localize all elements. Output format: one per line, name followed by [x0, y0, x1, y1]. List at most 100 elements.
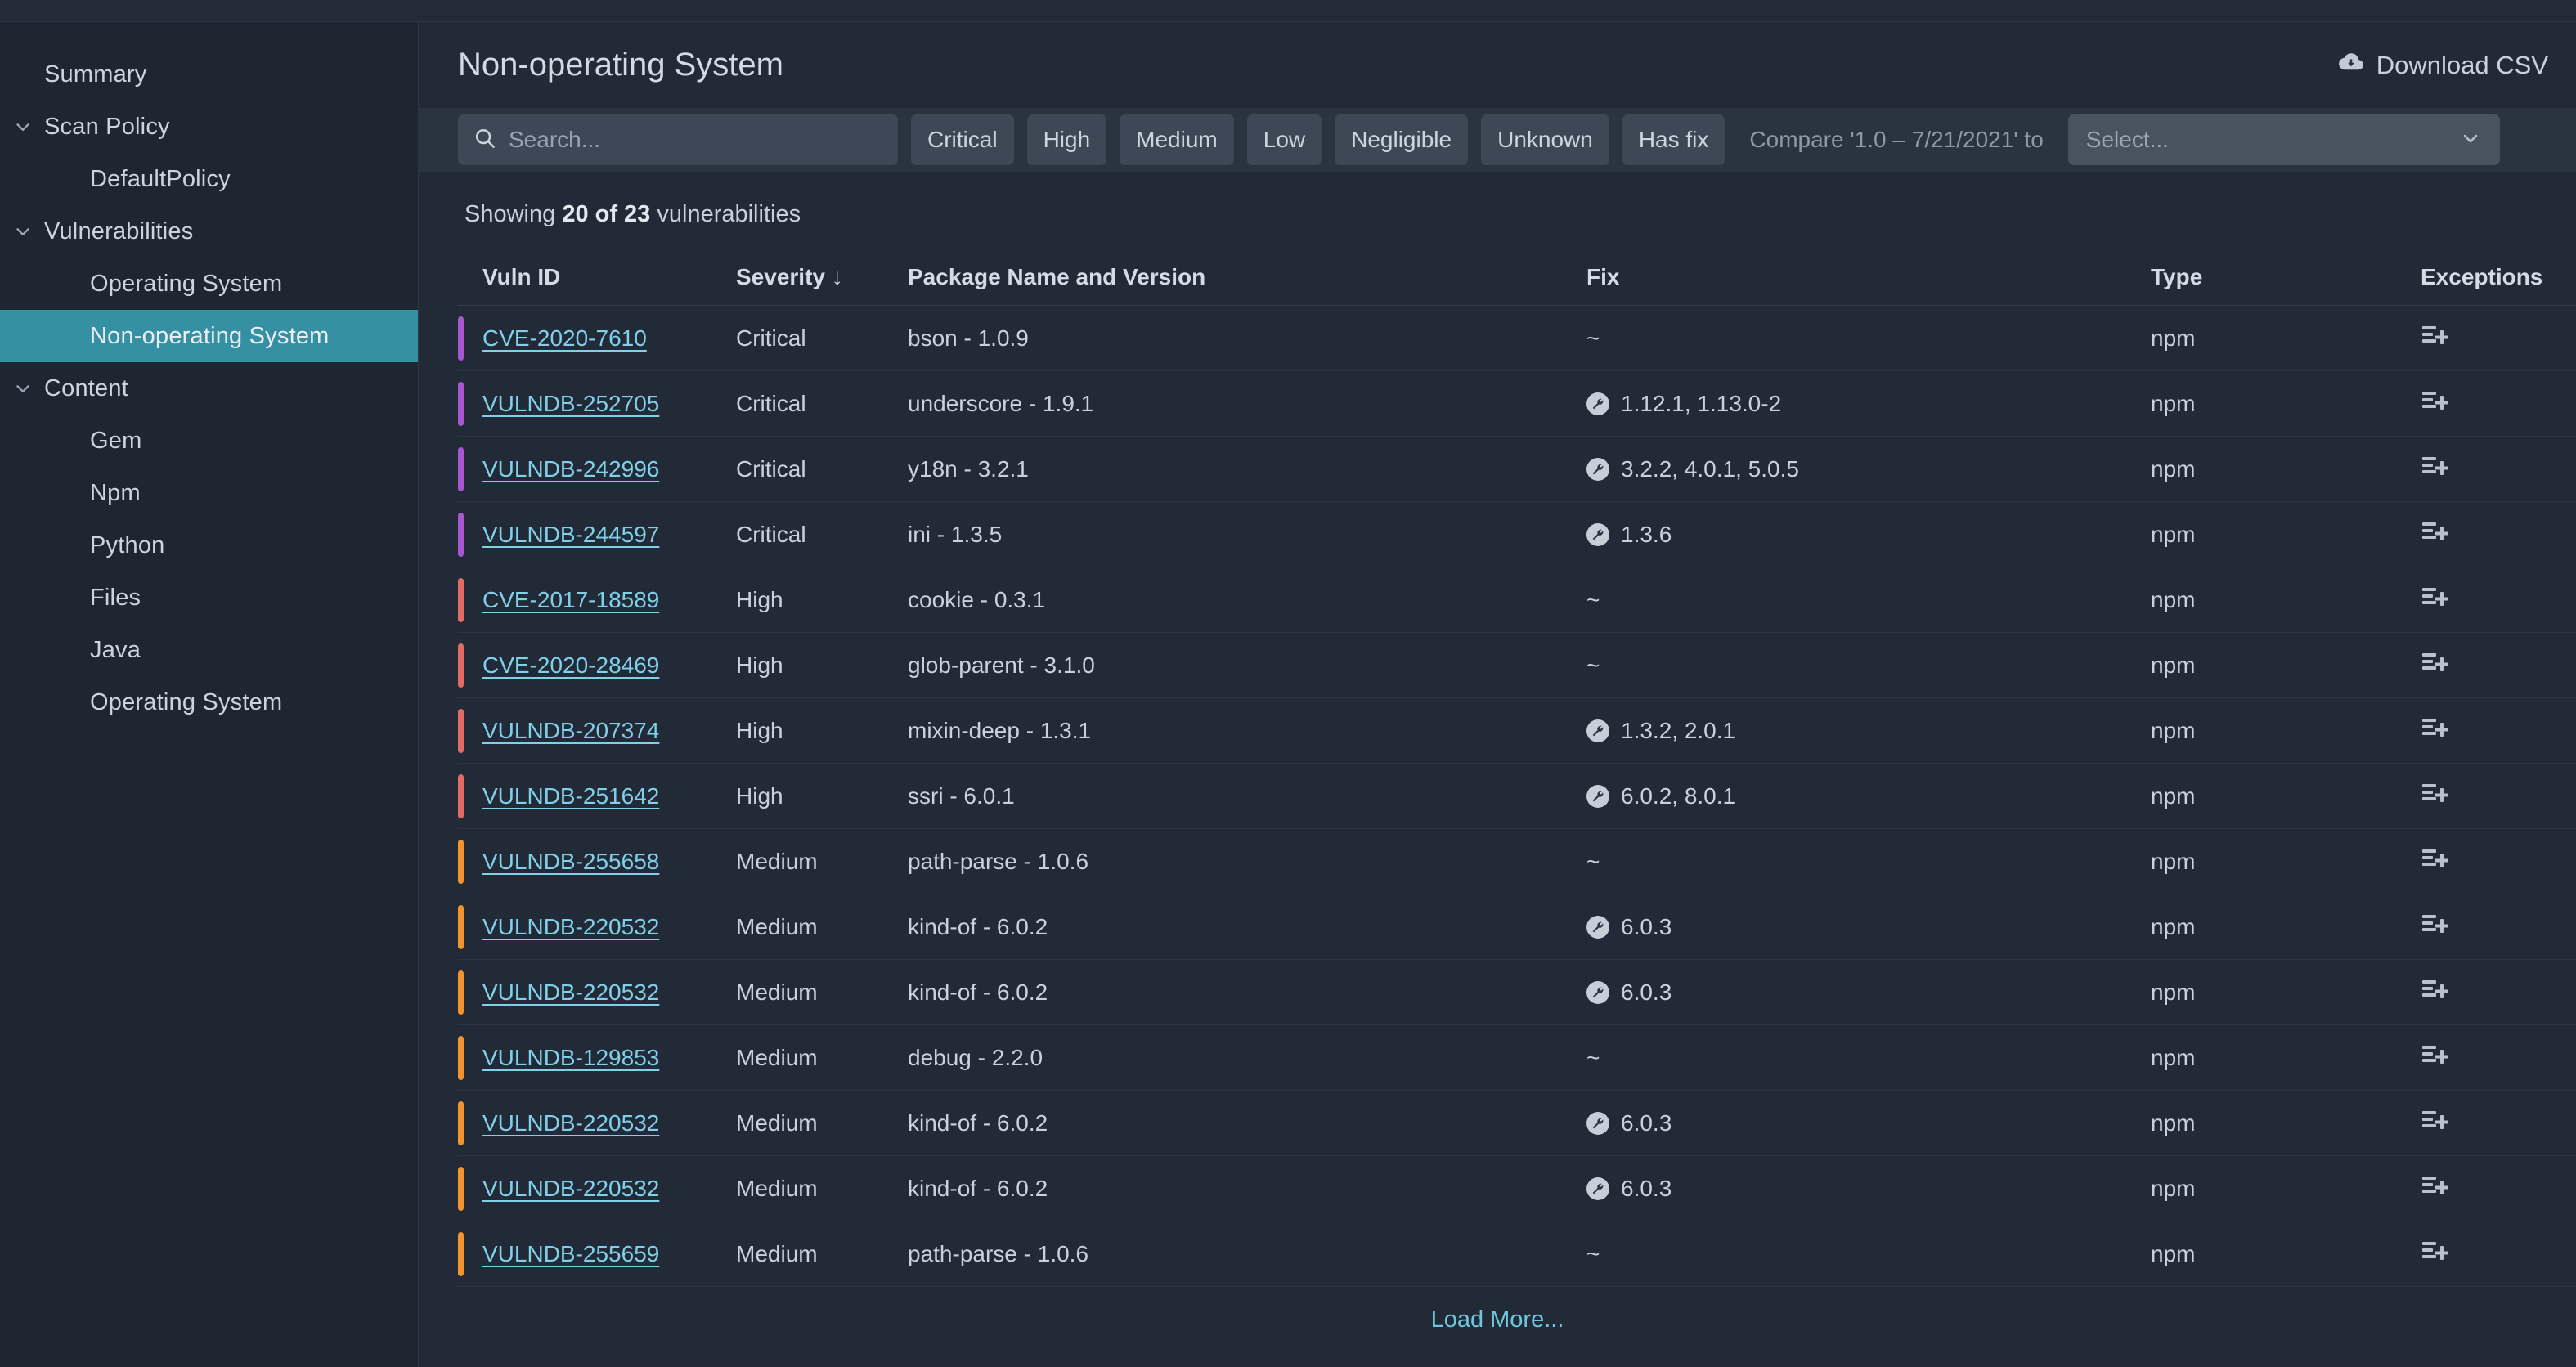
- sidebar-item-label: Java: [90, 636, 141, 663]
- column-header-package[interactable]: Package Name and Version: [908, 264, 1586, 306]
- add-to-list-icon[interactable]: [2421, 976, 2449, 1008]
- load-more-button[interactable]: Load More...: [458, 1287, 2537, 1333]
- sidebar-item-python[interactable]: Python: [0, 519, 418, 571]
- vuln-id-link[interactable]: VULNDB-129853: [482, 1045, 659, 1070]
- fix-value-wrap: 6.0.3: [1586, 1176, 2151, 1202]
- sidebar-item-gem[interactable]: Gem: [0, 415, 418, 467]
- vuln-id-link[interactable]: VULNDB-251642: [482, 783, 659, 809]
- sidebar-item-files[interactable]: Files: [0, 571, 418, 624]
- table-row[interactable]: VULNDB-220532 Medium kind-of - 6.0.2 6.0.3 n…: [458, 959, 2576, 1025]
- sidebar-item-operating-system[interactable]: Operating System: [0, 676, 418, 728]
- vuln-id-link[interactable]: VULNDB-207374: [482, 718, 659, 743]
- cell-exceptions: [2421, 959, 2576, 1025]
- table-row[interactable]: VULNDB-220532 Medium kind-of - 6.0.2 6.0.3 n…: [458, 1155, 2576, 1221]
- table-row[interactable]: CVE-2020-7610 Critical bson - 1.0.9 ~ npm: [458, 305, 2576, 371]
- cell-severity: Critical: [736, 370, 908, 437]
- sidebar-item-defaultpolicy[interactable]: DefaultPolicy: [0, 153, 418, 205]
- add-to-list-icon[interactable]: [2421, 1172, 2449, 1204]
- filter-button-high[interactable]: High: [1026, 114, 1107, 165]
- fix-value-wrap: ~: [1586, 587, 2151, 613]
- chevron-down-icon[interactable]: [5, 378, 41, 399]
- filter-button-unknown[interactable]: Unknown: [1481, 114, 1609, 165]
- fix-value-wrap: ~: [1586, 1241, 2151, 1267]
- table-row[interactable]: VULNDB-207374 High mixin-deep - 1.3.1 1.3.2…: [458, 697, 2576, 764]
- add-to-list-icon[interactable]: [2421, 388, 2449, 419]
- table-row[interactable]: VULNDB-220532 Medium kind-of - 6.0.2 6.0.3 n…: [458, 1090, 2576, 1156]
- add-to-list-icon[interactable]: [2421, 453, 2449, 485]
- table-row[interactable]: VULNDB-255658 Medium path-parse - 1.0.6 ~ np…: [458, 828, 2576, 894]
- add-to-list-icon[interactable]: [2421, 1107, 2449, 1139]
- cell-package: path-parse - 1.0.6: [908, 1221, 1586, 1287]
- table-row[interactable]: VULNDB-220532 Medium kind-of - 6.0.2 6.0.3 n…: [458, 894, 2576, 960]
- vuln-id-link[interactable]: VULNDB-255659: [482, 1241, 659, 1266]
- compare-select[interactable]: Select...: [2067, 114, 2500, 165]
- sidebar-item-content[interactable]: Content: [0, 362, 418, 415]
- vuln-id-link[interactable]: VULNDB-220532: [482, 1110, 659, 1136]
- sidebar-nav: Summary Scan Policy DefaultPolicy Vulnerabi…: [0, 22, 419, 1367]
- sidebar-item-non-operating-system[interactable]: Non-operating System: [0, 310, 418, 362]
- column-header-exceptions[interactable]: Exceptions: [2421, 264, 2576, 306]
- sidebar-item-vulnerabilities[interactable]: Vulnerabilities: [0, 205, 418, 258]
- filter-button-negligible[interactable]: Negligible: [1335, 114, 1469, 165]
- add-to-list-icon[interactable]: [2421, 518, 2449, 550]
- add-to-list-icon[interactable]: [2421, 322, 2449, 354]
- column-header-type[interactable]: Type: [2151, 264, 2421, 306]
- add-to-list-icon[interactable]: [2421, 1042, 2449, 1073]
- search-input[interactable]: Search...: [458, 114, 898, 165]
- add-to-list-icon[interactable]: [2421, 715, 2449, 746]
- sidebar-item-scan-policy[interactable]: Scan Policy: [0, 101, 418, 153]
- vuln-id-link[interactable]: VULNDB-244597: [482, 522, 659, 547]
- chevron-down-icon[interactable]: [5, 116, 41, 137]
- column-header-severity[interactable]: Severity ↓: [736, 264, 908, 306]
- vuln-id-link[interactable]: CVE-2017-18589: [482, 587, 659, 612]
- vuln-id-link[interactable]: CVE-2020-28469: [482, 652, 659, 678]
- add-to-list-icon[interactable]: [2421, 911, 2449, 943]
- cell-fix: 6.0.3: [1586, 1090, 2151, 1156]
- add-to-list-icon[interactable]: [2421, 1238, 2449, 1270]
- sidebar-item-summary[interactable]: Summary: [0, 48, 418, 101]
- table-row[interactable]: VULNDB-252705 Critical underscore - 1.9.1 1…: [458, 370, 2576, 437]
- filter-button-medium[interactable]: Medium: [1120, 114, 1234, 165]
- table-row[interactable]: CVE-2020-28469 High glob-parent - 3.1.0 ~ np…: [458, 632, 2576, 698]
- table-row[interactable]: CVE-2017-18589 High cookie - 0.3.1 ~ npm: [458, 567, 2576, 633]
- add-to-list-icon[interactable]: [2421, 845, 2449, 877]
- column-header-fix[interactable]: Fix: [1586, 264, 2151, 306]
- add-to-list-icon[interactable]: [2421, 780, 2449, 812]
- vuln-id-link[interactable]: VULNDB-220532: [482, 1176, 659, 1201]
- add-to-list-icon[interactable]: [2421, 649, 2449, 681]
- cell-package: ssri - 6.0.1: [908, 763, 1586, 829]
- filter-button-has-fix[interactable]: Has fix: [1622, 114, 1726, 165]
- download-csv-button[interactable]: Download CSV: [2337, 48, 2548, 83]
- chevron-down-icon[interactable]: [5, 221, 41, 242]
- vuln-id-link[interactable]: CVE-2020-7610: [482, 325, 647, 351]
- cell-vuln-id: VULNDB-255659: [458, 1221, 736, 1287]
- sidebar-item-java[interactable]: Java: [0, 624, 418, 676]
- table-row[interactable]: VULNDB-251642 High ssri - 6.0.1 6.0.2, 8.0.…: [458, 763, 2576, 829]
- cell-type: npm: [2151, 567, 2421, 633]
- cell-exceptions: [2421, 1090, 2576, 1156]
- add-to-list-icon[interactable]: [2421, 584, 2449, 616]
- table-row[interactable]: VULNDB-129853 Medium debug - 2.2.0 ~ npm: [458, 1024, 2576, 1091]
- cell-package: ini - 1.3.5: [908, 501, 1586, 567]
- vuln-id-link[interactable]: VULNDB-242996: [482, 456, 659, 482]
- table-row[interactable]: VULNDB-255659 Medium path-parse - 1.0.6 ~ np…: [458, 1221, 2576, 1287]
- cell-severity: Medium: [736, 894, 908, 960]
- sidebar-item-npm[interactable]: Npm: [0, 467, 418, 519]
- sidebar-item-operating-system[interactable]: Operating System: [0, 258, 418, 310]
- filter-button-low[interactable]: Low: [1246, 114, 1322, 165]
- filter-button-critical[interactable]: Critical: [911, 114, 1014, 165]
- severity-indicator-bar: [458, 1100, 464, 1145]
- table-row[interactable]: VULNDB-242996 Critical y18n - 3.2.1 3.2.2, …: [458, 436, 2576, 502]
- column-header-vuln-id[interactable]: Vuln ID: [458, 264, 736, 306]
- cell-severity: Critical: [736, 436, 908, 502]
- severity-filter-group: Critical High Medium Low Negligible Unknown Ha…: [911, 114, 1726, 165]
- table-row[interactable]: VULNDB-244597 Critical ini - 1.3.5 1.3.6 npm: [458, 501, 2576, 567]
- cell-type: npm: [2151, 959, 2421, 1025]
- vuln-id-link[interactable]: VULNDB-220532: [482, 914, 659, 939]
- vuln-id-link[interactable]: VULNDB-255658: [482, 849, 659, 874]
- showing-suffix: vulnerabilities: [650, 201, 801, 227]
- table-header-row: Vuln ID Severity ↓ Package Name and Vers…: [458, 264, 2576, 306]
- vuln-id-link[interactable]: VULNDB-252705: [482, 391, 659, 416]
- vuln-id-link[interactable]: VULNDB-220532: [482, 979, 659, 1005]
- cell-package: kind-of - 6.0.2: [908, 1155, 1586, 1221]
